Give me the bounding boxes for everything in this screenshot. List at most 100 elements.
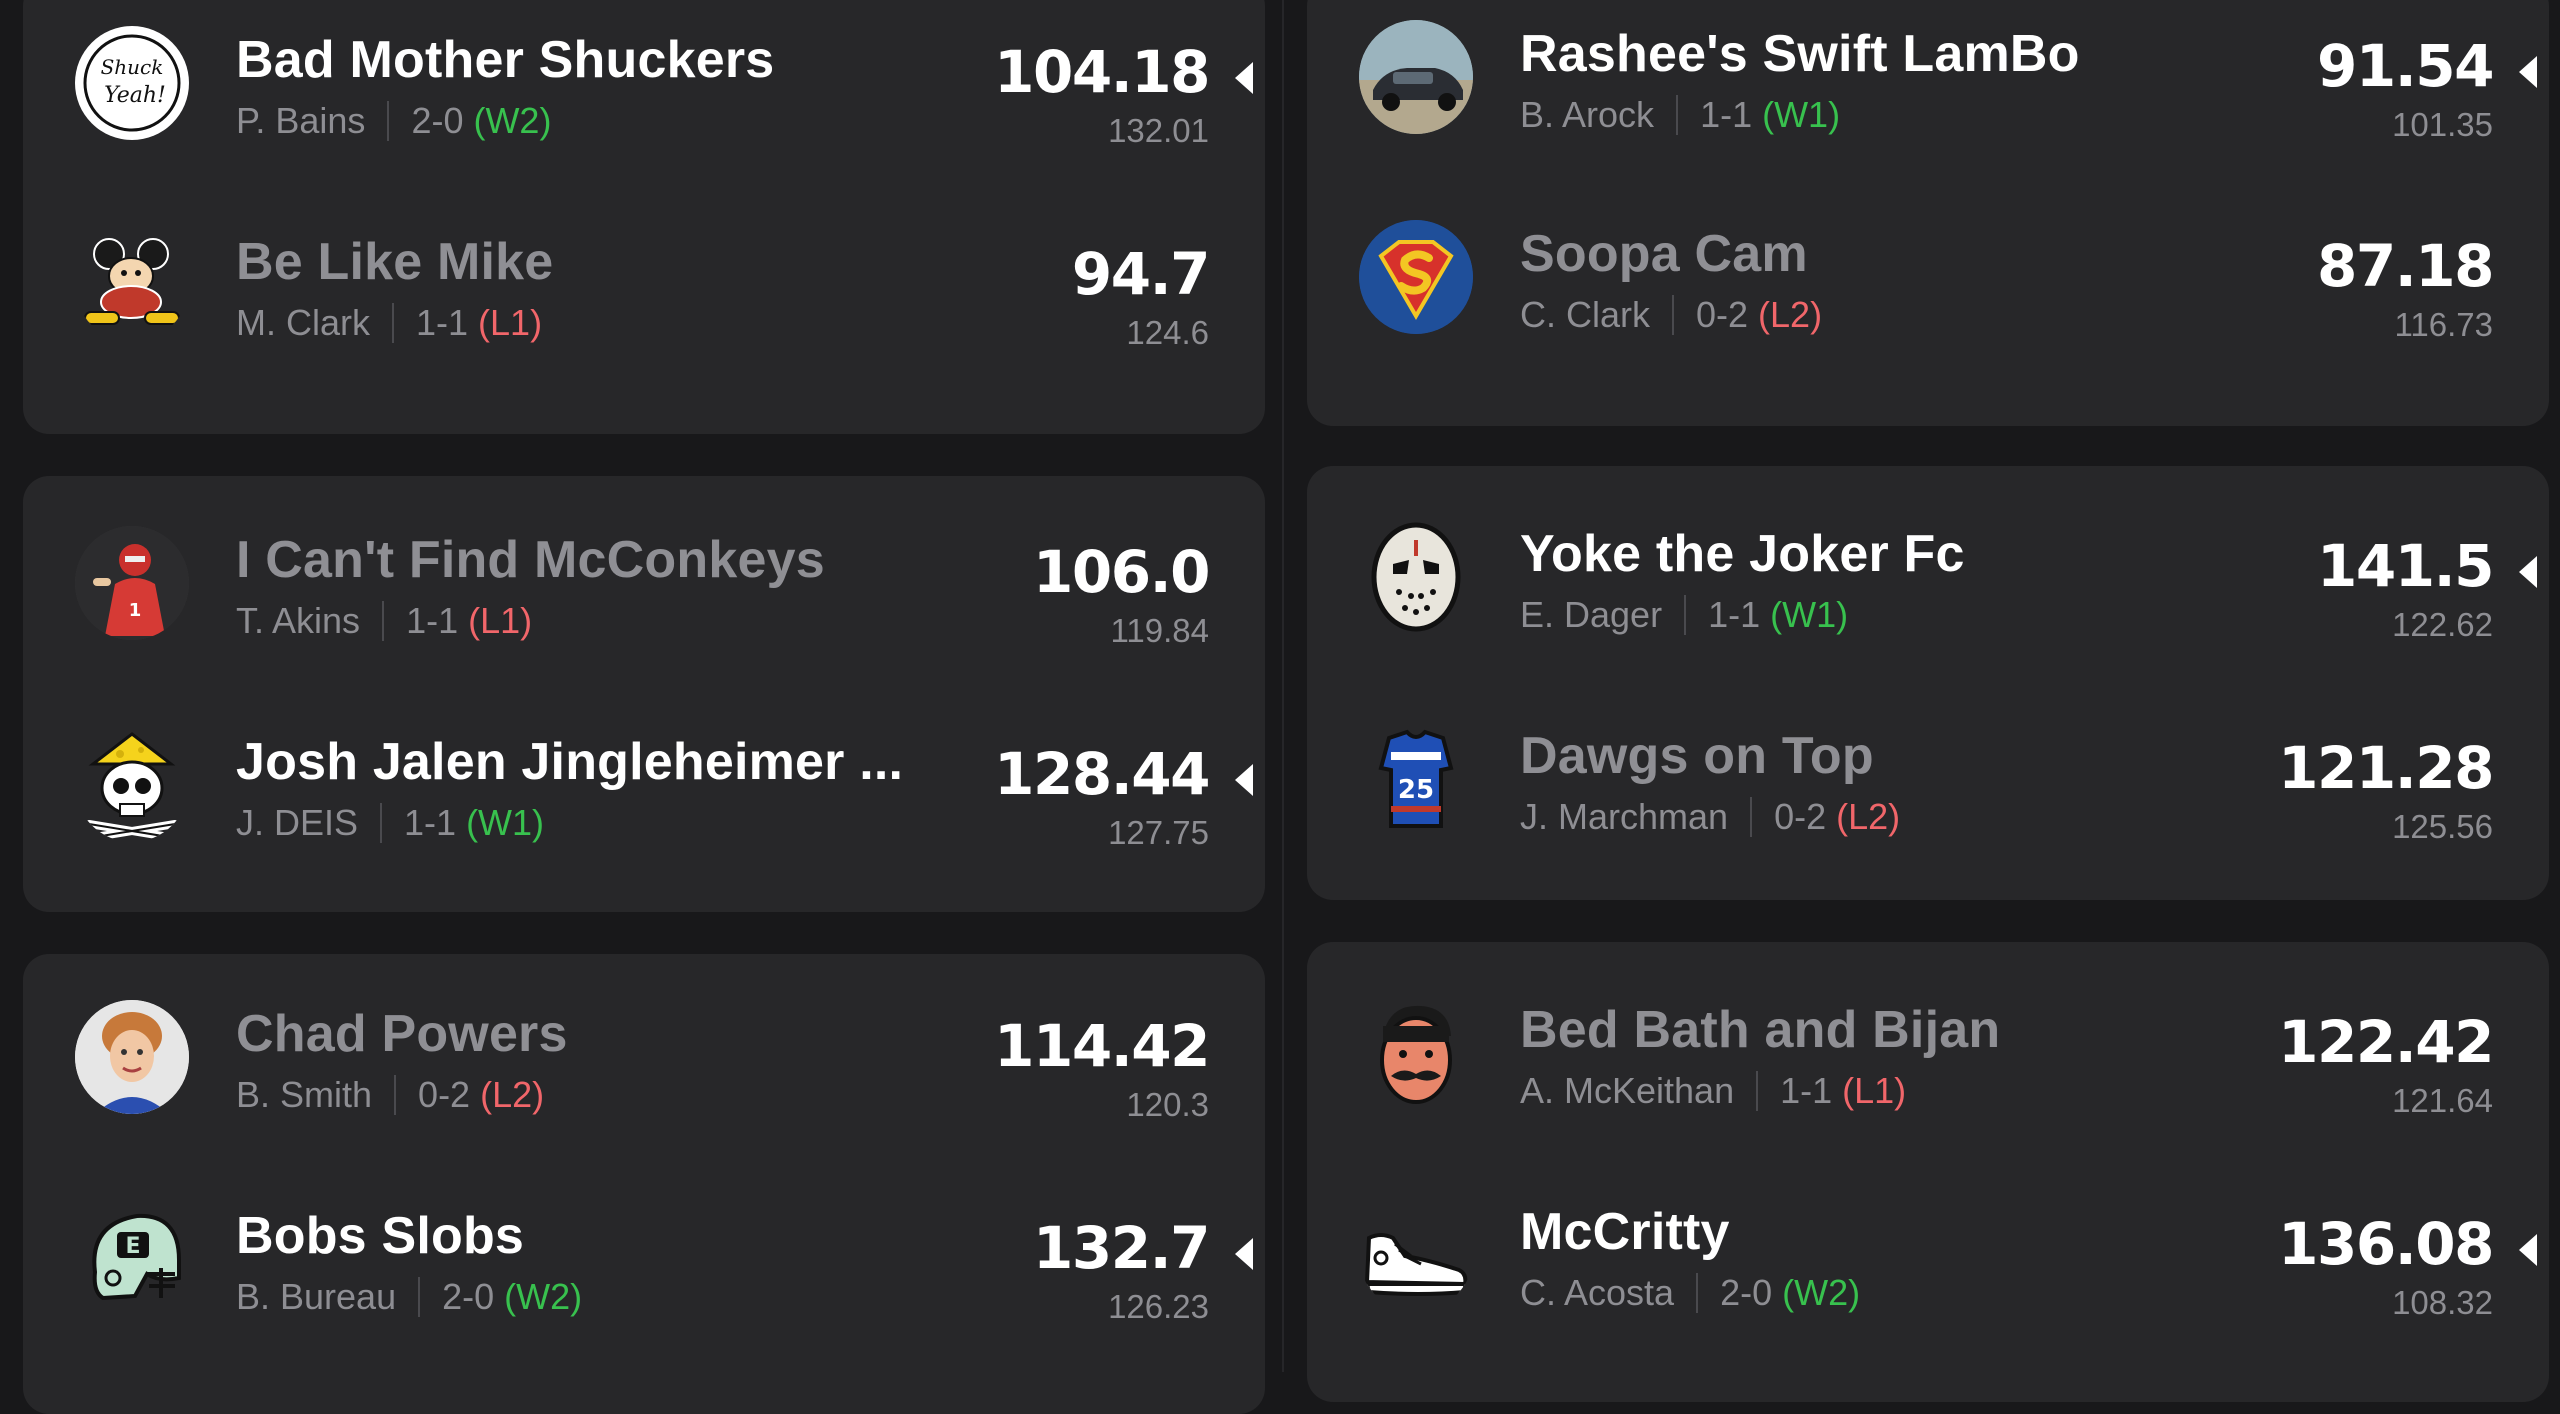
team-record: 2-0 [1720, 1272, 1773, 1313]
team-name[interactable]: Dawgs on Top [1520, 726, 1874, 786]
team-row[interactable]: Yoke the Joker Fc E. Dager 1-1 (W1) 141.… [1307, 502, 2549, 652]
team-score: 132.7 [1033, 1214, 1210, 1282]
team-name[interactable]: Soopa Cam [1520, 224, 1808, 284]
team-score: 136.08 [2278, 1210, 2494, 1278]
player-face-photo-icon [75, 1000, 189, 1114]
car-photo-icon [1359, 20, 1473, 134]
meta-separator [392, 303, 394, 343]
winner-arrow-icon [2519, 1234, 2537, 1266]
team-row[interactable]: Shuck Yeah! Bad Mother Shuckers P. Bains… [23, 8, 1265, 158]
team-row[interactable]: Rashee's Swift LamBo B. Arock 1-1 (W1) 9… [1307, 2, 2549, 152]
team-record: 1-1 [1700, 94, 1753, 135]
meta-separator [394, 1075, 397, 1115]
team-row[interactable]: Josh Jalen Jingleheimer ... J. DEIS 1-1 … [23, 710, 1265, 860]
team-row[interactable]: Chad Powers B. Smith 0-2 (L2) 114.42 120… [23, 982, 1265, 1132]
winner-arrow-icon [1235, 1238, 1253, 1270]
svg-text:E: E [125, 1234, 140, 1259]
matchup-card[interactable]: Shuck Yeah! Bad Mother Shuckers P. Bains… [23, 0, 1265, 434]
team-streak: (L2) [1836, 796, 1901, 837]
meta-separator [418, 1277, 421, 1317]
team-meta: T. Akins 1-1 (L1) [236, 600, 532, 642]
mustache-face-icon [1359, 996, 1473, 1110]
meta-separator [380, 803, 383, 843]
team-streak: (W1) [1770, 594, 1849, 635]
meta-separator [1696, 1273, 1699, 1313]
team-meta: B. Bureau 2-0 (W2) [236, 1276, 582, 1318]
shuck-yeah-logo-icon: Shuck Yeah! [75, 26, 189, 140]
team-streak: (W1) [466, 802, 545, 843]
team-streak: (L1) [1842, 1070, 1907, 1111]
team-name[interactable]: Chad Powers [236, 1004, 568, 1064]
team-name[interactable]: Bed Bath and Bijan [1520, 1000, 2000, 1060]
projected-score: 119.84 [1110, 612, 1209, 649]
team-name[interactable]: Bobs Slobs [236, 1206, 524, 1266]
team-row[interactable]: Be Like Mike M. Clark 1-1 (L1) 94.7 124.… [23, 210, 1265, 360]
column-divider [1282, 0, 1284, 1372]
team-name[interactable]: Be Like Mike [236, 232, 553, 292]
team-record: 1-1 [1780, 1070, 1833, 1111]
team-meta: P. Bains 2-0 (W2) [236, 100, 551, 142]
team-name[interactable]: I Can't Find McConkeys [236, 530, 825, 590]
team-record: 1-1 [406, 600, 459, 641]
team-record: 1-1 [1708, 594, 1761, 635]
matchup-card[interactable]: Rashee's Swift LamBo B. Arock 1-1 (W1) 9… [1307, 0, 2549, 426]
owner-name: C. Clark [1520, 294, 1651, 335]
projected-score: 132.01 [1108, 112, 1209, 149]
meta-separator [1672, 295, 1675, 335]
player-photo-icon: 1 [75, 526, 189, 640]
team-meta: J. Marchman 0-2 (L2) [1520, 796, 1900, 838]
svg-text:1: 1 [129, 600, 142, 621]
team-score: 122.42 [2278, 1008, 2494, 1076]
team-name[interactable]: Rashee's Swift LamBo [1520, 24, 2080, 84]
team-streak: (W2) [473, 100, 552, 141]
projected-score: 116.73 [2394, 306, 2493, 343]
matchup-card[interactable]: Bed Bath and Bijan A. McKeithan 1-1 (L1)… [1307, 942, 2549, 1402]
team-meta: J. DEIS 1-1 (W1) [236, 802, 544, 844]
team-row[interactable]: Soopa Cam C. Clark 0-2 (L2) 87.18 116.73 [1307, 202, 2549, 352]
team-row[interactable]: E Bobs Slobs B. Bureau 2-0 (W2) 132.7 12… [23, 1184, 1265, 1334]
team-name[interactable]: Bad Mother Shuckers [236, 30, 774, 90]
team-record: 0-2 [1774, 796, 1827, 837]
owner-name: B. Bureau [236, 1276, 397, 1317]
svg-text:Yeah!: Yeah! [104, 83, 166, 108]
team-score: 121.28 [2278, 734, 2494, 802]
team-row[interactable]: 1 I Can't Find McConkeys T. Akins 1-1 (L… [23, 508, 1265, 658]
projected-score: 120.3 [1126, 1086, 1209, 1123]
winner-arrow-icon [2519, 56, 2537, 88]
projected-score: 124.6 [1126, 314, 1209, 351]
jersey-25-icon: 25 [1359, 722, 1473, 836]
owner-name: J. Marchman [1520, 796, 1729, 837]
hockey-mask-icon [1359, 520, 1473, 634]
team-record: 1-1 [416, 302, 469, 343]
team-meta: C. Clark 0-2 (L2) [1520, 294, 1822, 336]
team-row[interactable]: Bed Bath and Bijan A. McKeithan 1-1 (L1)… [1307, 978, 2549, 1128]
projected-score: 121.64 [2392, 1082, 2493, 1119]
team-score: 94.7 [1071, 240, 1211, 308]
projected-score: 125.56 [2392, 808, 2493, 845]
winner-arrow-icon [1235, 764, 1253, 796]
team-score: 91.54 [2317, 32, 2494, 100]
team-row[interactable]: 25 Dawgs on Top J. Marchman 0-2 (L2) 121… [1307, 704, 2549, 854]
team-streak: (W2) [1782, 1272, 1861, 1313]
cartoon-mouse-icon [75, 228, 189, 342]
team-score: 87.18 [2317, 232, 2494, 300]
team-score: 114.42 [994, 1012, 1210, 1080]
meta-separator [387, 101, 390, 141]
team-name[interactable]: Yoke the Joker Fc [1520, 524, 1965, 584]
matchup-card[interactable]: 1 I Can't Find McConkeys T. Akins 1-1 (L… [23, 476, 1265, 912]
team-record: 0-2 [418, 1074, 471, 1115]
owner-name: B. Arock [1520, 94, 1655, 135]
team-meta: B. Smith 0-2 (L2) [236, 1074, 544, 1116]
team-row[interactable]: McCritty C. Acosta 2-0 (W2) 136.08 108.3… [1307, 1180, 2549, 1330]
team-meta: A. McKeithan 1-1 (L1) [1520, 1070, 1906, 1112]
superhero-shield-icon [1359, 220, 1473, 334]
projected-score: 127.75 [1108, 814, 1209, 851]
matchup-card[interactable]: Yoke the Joker Fc E. Dager 1-1 (W1) 141.… [1307, 466, 2549, 900]
matchup-card[interactable]: Chad Powers B. Smith 0-2 (L2) 114.42 120… [23, 954, 1265, 1414]
sneaker-icon [1359, 1198, 1473, 1312]
team-streak: (W1) [1762, 94, 1841, 135]
team-score: 106.0 [1033, 538, 1210, 606]
team-name[interactable]: Josh Jalen Jingleheimer ... [236, 732, 903, 792]
team-name[interactable]: McCritty [1520, 1202, 1730, 1262]
team-score: 104.18 [994, 38, 1210, 106]
